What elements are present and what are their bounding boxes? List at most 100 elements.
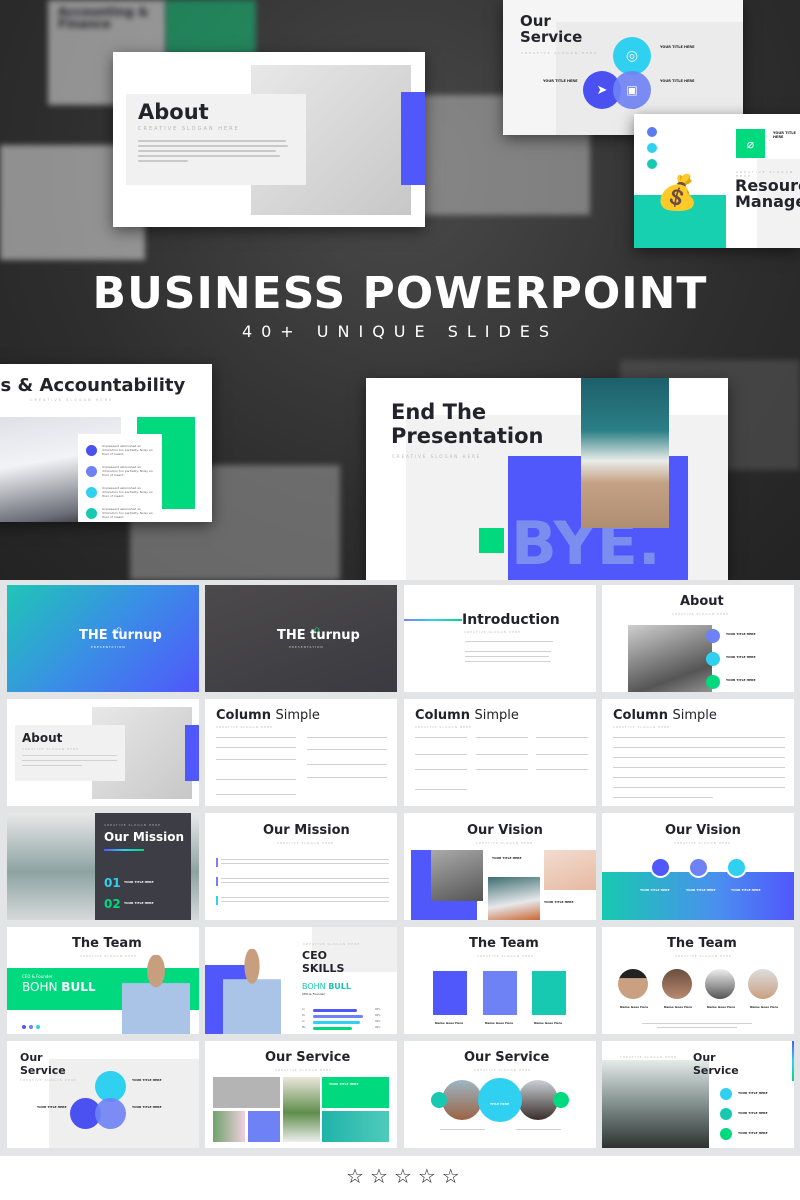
social-icon[interactable] (29, 1025, 33, 1029)
thumb-title-bold: Column (415, 708, 470, 723)
thumb-column-simple-3[interactable]: Column Simple CREATIVE SLOGAN HERE (404, 699, 596, 806)
main-subtitle: 40+ UNIQUE SLIDES (241, 322, 559, 341)
vision-photo-1 (431, 850, 483, 901)
thumb-column-simple-2[interactable]: Column Simple CREATIVE SLOGAN HERE (205, 699, 397, 806)
magnifier-icon: ⌕ (313, 622, 321, 638)
thumb-slogan: CREATIVE SLOGAN HERE (277, 841, 335, 845)
member-name: Name Goes Here (435, 1021, 464, 1025)
thumb-about-room[interactable]: About CREATIVE SLOGAN HERE (7, 699, 199, 806)
paperclip-icon: ⌀ (736, 129, 765, 158)
bg-slide-title: Accounting & Finance (58, 5, 149, 31)
thumb-title: Our Vision (665, 823, 741, 838)
item-title: YOUR TITLE HERE (686, 888, 716, 892)
thumb-our-service-circles[interactable]: Our Service CREATIVE SLOGAN HERE YOUR TI… (7, 1041, 199, 1148)
thumb-our-vision-icons[interactable]: Our Vision CREATIVE SLOGAN HERE YOUR TIT… (602, 813, 794, 920)
thumb-slogan: CREATIVE SLOGAN HERE (477, 954, 535, 958)
star-icon[interactable]: ☆ (346, 1166, 364, 1186)
resource-item-title: YOUR TITLE HERE (773, 131, 796, 139)
thumb-our-mission-dark[interactable]: CREATIVE SLOGAN HERE Our Mission 01 02 Y… (7, 813, 199, 920)
thumb-our-service-fog[interactable]: CREATIVE SLOGAN HERE Our Service YOUR TI… (602, 1041, 794, 1148)
gallery-photo (213, 1077, 280, 1108)
thumb-the-team-three[interactable]: The Team CREATIVE SLOGAN HERE Name Goes … (404, 927, 596, 1034)
vision-photo-3 (544, 850, 596, 890)
name-light: BOHN (302, 982, 326, 991)
image-icon (650, 857, 671, 878)
slide-ethics-accountability: Ethics & Accountability CREATIVE SLOGAN … (0, 364, 212, 522)
social-icon[interactable] (36, 1025, 40, 1029)
star-icon[interactable]: ☆ (370, 1166, 388, 1186)
number-02: 02 (104, 897, 121, 911)
green-square (479, 528, 504, 553)
main-title: BUSINESS POWERPOINT (92, 268, 708, 319)
thumb-slogan: CREATIVE SLOGAN HERE (613, 725, 671, 729)
thumb-title: The Team (72, 936, 142, 951)
bg-slide-green (166, 0, 256, 55)
thumb-title: About (22, 731, 63, 745)
name-bold: BULL (328, 982, 351, 991)
name-bold: BULL (61, 980, 96, 994)
resource-title-2: Management (735, 192, 800, 211)
thumb-slogan: CREATIVE SLOGAN HERE (415, 725, 473, 729)
thumb-cover-blue[interactable]: THE turnup PRESENTATION ⌕ (7, 585, 199, 692)
thumb-slogan: CREATIVE SLOGAN HERE (474, 1068, 532, 1072)
gallery-photo (322, 1111, 389, 1142)
thumb-title-2: Service (693, 1064, 739, 1077)
star-icon[interactable]: ☆ (442, 1166, 460, 1186)
thumb-column-simple-1[interactable]: Column Simple CREATIVE SLOGAN HERE (602, 699, 794, 806)
skill-value: 90% (375, 1020, 381, 1023)
thumb-slogan: CREATIVE SLOGAN HERE (275, 1068, 333, 1072)
skill-value: 90% (375, 1026, 381, 1029)
thumb-the-team-ceo[interactable]: The Team CREATIVE SLOGAN HERE CEO & Foun… (7, 927, 199, 1034)
icon-circle (431, 1092, 447, 1108)
about-title: About (138, 100, 209, 124)
thumb-title: The Team (667, 936, 737, 951)
service-title-2: Service (520, 28, 583, 46)
slide-thumbnail-grid: THE turnup PRESENTATION ⌕ THE turnup PRE… (0, 580, 800, 1156)
star-icon[interactable]: ☆ (418, 1166, 436, 1186)
skill-label: Ai (302, 1008, 305, 1011)
service-item-title: YOUR TITLE HERE (660, 45, 695, 49)
thumb-introduction[interactable]: Introduction CREATIVE SLOGAN HERE (404, 585, 596, 692)
skill-value: 90% (375, 1014, 381, 1017)
hero-banner: Accounting & Finance About CREATIVE SLOG… (0, 0, 800, 580)
thumb-cover-dark[interactable]: THE turnup PRESENTATION ⌕ (205, 585, 397, 692)
folder-icon (726, 857, 747, 878)
thumb-title: The Team (469, 936, 539, 951)
thumb-our-mission-text[interactable]: Our Mission CREATIVE SLOGAN HERE (205, 813, 397, 920)
service-title-1: Our (520, 12, 551, 30)
thumb-title: About (680, 594, 724, 609)
star-icon[interactable]: ☆ (394, 1166, 412, 1186)
thumb-slogan: CREATIVE SLOGAN HERE (476, 841, 534, 845)
check-text: Unpleasant astonished an diminution too … (102, 486, 153, 498)
thumb-our-service-gallery[interactable]: Our Service CREATIVE SLOGAN HERE YOUR TI… (205, 1041, 397, 1148)
item-title: YOUR TITLE HERE (124, 901, 154, 905)
thumb-title: Our Mission (263, 823, 350, 838)
money-bag-icon: 💰 (656, 173, 699, 213)
gallery-photo (283, 1077, 320, 1142)
camera-icon: ◎ (613, 37, 651, 75)
thumb-about-surf[interactable]: About CREATIVE SLOGAN HERE YOUR TITLE HE… (602, 585, 794, 692)
eye-icon (720, 1108, 732, 1120)
about-body (138, 140, 294, 162)
item-title: YOUR TITLE HERE (544, 900, 574, 904)
social-icon[interactable] (22, 1025, 26, 1029)
slide-end-presentation: End The Presentation CREATIVE SLOGAN HER… (366, 378, 728, 580)
thumb-title-light: Simple (275, 708, 320, 723)
logo-sub: PRESENTATION (91, 645, 126, 649)
thumb-title: Our Mission (104, 830, 185, 844)
thumb-ceo-skills[interactable]: CREATIVE SLOGAN HERE CEO SKILLS BOHN BUL… (205, 927, 397, 1034)
thumb-our-service-round[interactable]: Our Service CREATIVE SLOGAN HERE TITLE H… (404, 1041, 596, 1148)
ethics-slogan: CREATIVE SLOGAN HERE (30, 398, 114, 402)
list-icon (688, 857, 709, 878)
surfer-photo (628, 625, 712, 692)
thumb-the-team-four[interactable]: The Team CREATIVE SLOGAN HERE Name Goes … (602, 927, 794, 1034)
rating-stars[interactable]: ☆ ☆ ☆ ☆ ☆ (346, 1166, 460, 1186)
check-icon (647, 159, 657, 169)
item-title: YOUR TITLE HERE (124, 880, 154, 884)
item-title: YOUR TITLE HERE (726, 678, 756, 682)
thumb-slogan: CREATIVE SLOGAN HERE (675, 954, 733, 958)
thumb-our-vision-photos[interactable]: Our Vision CREATIVE SLOGAN HERE YOUR TIT… (404, 813, 596, 920)
skill-bar (313, 1021, 360, 1024)
heart-icon (720, 1088, 732, 1100)
beach-photo (581, 378, 669, 528)
